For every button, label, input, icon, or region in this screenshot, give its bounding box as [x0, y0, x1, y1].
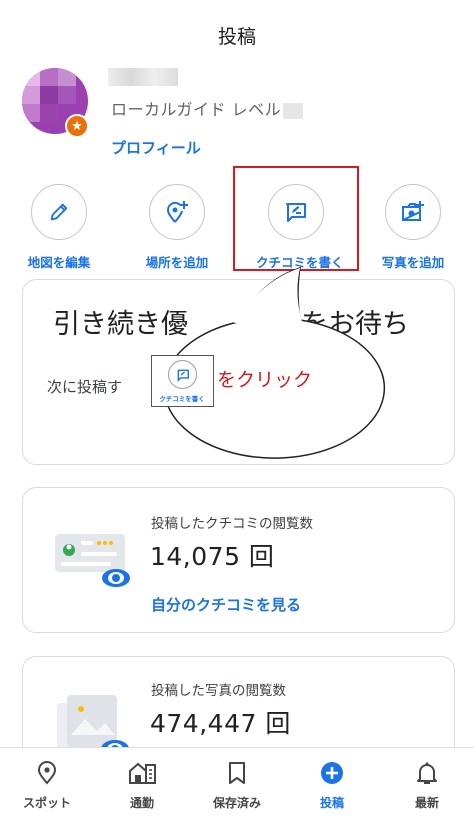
nav-label-contribute: 投稿 — [319, 796, 344, 810]
local-guide-badge-icon: ★ — [65, 114, 89, 138]
add-place-label: 場所を追加 — [145, 255, 209, 270]
promo-title: 引き続き優 稿をお待ち — [53, 302, 409, 341]
nav-item-contribute[interactable]: 投稿 — [297, 760, 367, 811]
profile-link[interactable]: プロフィール — [111, 137, 201, 158]
review-views-label: 投稿したクチコミの閲覧数 — [151, 516, 313, 532]
view-my-reviews-link[interactable]: 自分のクチコミを見る — [151, 594, 301, 615]
bookmark-icon — [202, 760, 272, 786]
promo-subtitle-start: 次に投稿す — [47, 378, 123, 396]
annotation-text: をクリック — [217, 369, 313, 391]
avatar[interactable]: ★ — [10, 64, 90, 138]
level-number-redacted — [283, 102, 304, 119]
add-photo-icon — [385, 184, 441, 240]
nav-label-commute: 通勤 — [129, 796, 154, 810]
highlight-frame — [233, 166, 359, 271]
add-photo-label: 写真を追加 — [381, 255, 445, 270]
bottom-navigation: スポット 通勤 保存済み 投稿 最新 — [0, 747, 474, 817]
nav-item-updates[interactable]: 最新 — [392, 760, 462, 811]
review-stats-card: 投稿したクチコミの閲覧数 14,075 回 自分のクチコミを見る — [22, 487, 455, 633]
page-title: 投稿 — [217, 26, 256, 48]
guide-level: ローカルガイド レベル — [111, 96, 304, 120]
add-circle-icon — [297, 760, 367, 786]
add-place-icon — [149, 184, 205, 240]
edit-map-label: 地図を編集 — [27, 255, 91, 270]
add-place-button[interactable]: 場所を追加 — [137, 184, 217, 271]
review-views-value: 14,075 回 — [150, 542, 275, 571]
bell-icon — [392, 760, 462, 786]
pencil-icon — [31, 184, 87, 240]
add-photo-button[interactable]: 写真を追加 — [373, 184, 453, 271]
nav-item-saved[interactable]: 保存済み — [202, 760, 272, 811]
nav-item-commute[interactable]: 通勤 — [107, 760, 177, 811]
promo-title-end: 稿をお待ち — [274, 309, 409, 340]
nav-label-updates: 最新 — [414, 796, 439, 810]
username-redacted — [108, 68, 178, 86]
edit-map-button[interactable]: 地図を編集 — [19, 184, 99, 271]
guide-level-text: ローカルガイド レベル — [111, 100, 282, 119]
nav-label-spot: スポット — [22, 796, 71, 810]
nav-label-saved: 保存済み — [212, 796, 261, 810]
photo-views-value: 474,447 回 — [150, 709, 291, 738]
location-pin-icon — [12, 760, 82, 786]
review-illustration-icon — [55, 534, 130, 587]
commute-icon — [107, 760, 177, 786]
nav-item-spot[interactable]: スポット — [12, 760, 82, 811]
write-review-mini-icon — [168, 360, 197, 389]
photo-views-label: 投稿した写真の閲覧数 — [151, 683, 286, 699]
promo-title-start: 引き続き優 — [53, 309, 188, 340]
annotation-icon-label: クチコミを書く — [159, 395, 205, 403]
write-review-icon-sample: クチコミを書く — [151, 355, 214, 407]
